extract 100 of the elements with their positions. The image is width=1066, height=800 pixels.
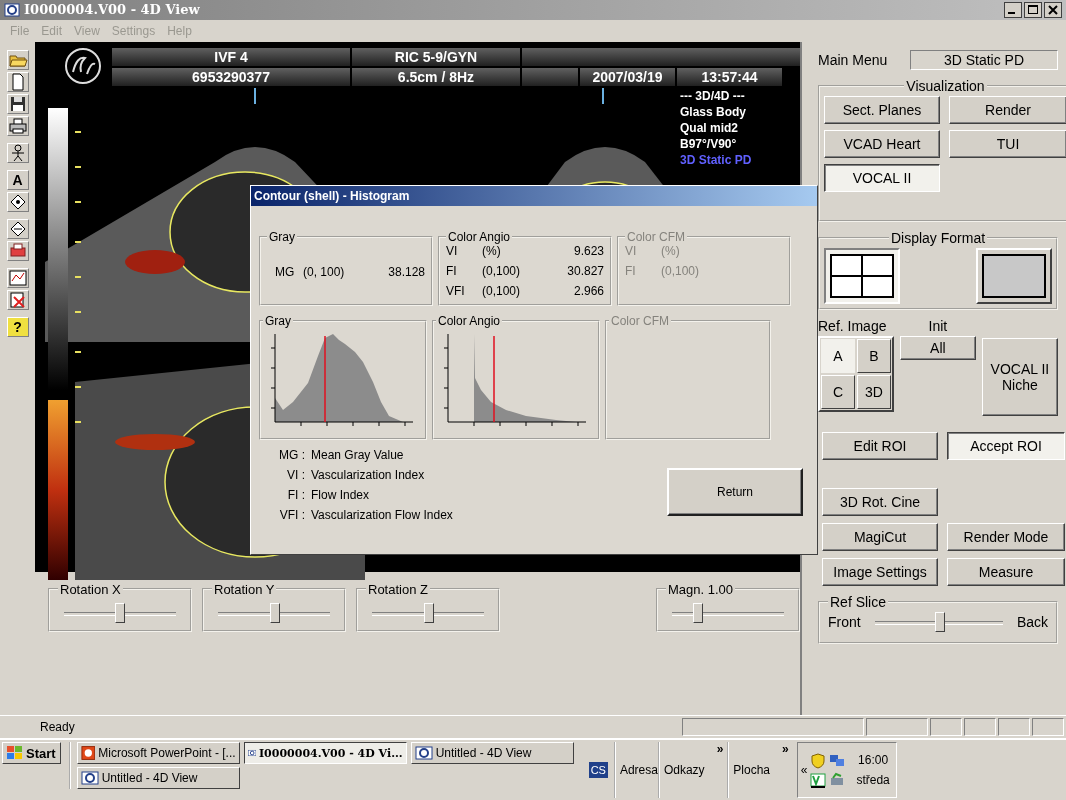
tool-button[interactable]: 3D Rot. Cine <box>822 487 938 516</box>
chevron-button[interactable]: » <box>716 742 724 757</box>
help-button[interactable]: ? <box>6 316 29 337</box>
presentation-app-icon <box>80 745 96 762</box>
group-label: Visualization <box>905 77 986 94</box>
clock-time: 16:00 <box>858 753 889 768</box>
slider-thumb[interactable] <box>270 602 281 623</box>
legend-text: Vascularization Flow Index <box>311 508 453 522</box>
slider-thumb[interactable] <box>424 602 435 623</box>
toolbar-label[interactable]: Plocha <box>733 763 770 778</box>
legend-abbreviation: VI : <box>286 468 305 482</box>
return-button[interactable]: Return <box>667 468 803 516</box>
maximize-icon[interactable] <box>1024 1 1042 18</box>
slider-track[interactable] <box>372 602 484 625</box>
group-label: Rotation Z <box>367 581 429 597</box>
info-text: B97°/V90° <box>680 135 738 152</box>
main-menu-label: Main Menu <box>818 51 888 68</box>
slider-thumb[interactable] <box>935 611 946 632</box>
toolbar-label[interactable]: Odkazy <box>663 763 705 778</box>
niche-button[interactable]: VOCAL II Niche <box>981 337 1058 416</box>
mode-button[interactable]: TUI <box>949 129 1066 158</box>
delete-icon[interactable] <box>6 289 29 310</box>
ref-image-button[interactable]: 3D <box>857 374 891 409</box>
network-icon[interactable] <box>829 753 846 769</box>
tray-expand-button[interactable]: « <box>800 763 808 778</box>
stat-range: (0,100) <box>482 284 522 298</box>
stat-range: (0, 100) <box>303 265 346 279</box>
info-text: Glass Body <box>680 103 748 120</box>
init-all-button[interactable]: All <box>900 335 976 360</box>
group-label: Rotation X <box>59 581 122 597</box>
group-label: Rotation Y <box>213 581 276 597</box>
taskbar-button[interactable]: I0000004.V00 - 4D Vi... <box>243 742 407 765</box>
remote-desktop-icon[interactable] <box>810 772 827 788</box>
person-icon[interactable] <box>6 142 29 163</box>
document-icon[interactable] <box>6 71 29 92</box>
status-panel <box>1032 718 1064 737</box>
mode-button[interactable]: VOCAL II <box>824 163 940 192</box>
slider-thumb[interactable] <box>115 602 125 623</box>
start-button[interactable]: Start <box>2 742 61 765</box>
roi-button[interactable]: Edit ROI <box>822 431 938 460</box>
status-panel <box>998 718 1030 737</box>
slider-track[interactable] <box>218 602 330 625</box>
status-panel <box>930 718 962 737</box>
slider-track[interactable] <box>64 602 176 625</box>
init-label: Init <box>927 317 949 334</box>
mode-button[interactable]: VCAD Heart <box>824 129 940 158</box>
mode-field: 3D Static PD <box>910 49 1058 70</box>
mode-button[interactable]: Render <box>949 95 1066 124</box>
stat-value: 30.827 <box>567 264 604 278</box>
slider-track[interactable] <box>874 611 1003 634</box>
info-text: --- 3D/4D --- <box>680 87 746 104</box>
minimize-icon[interactable] <box>1004 1 1022 18</box>
taskbar-button[interactable]: Microsoft PowerPoint - [... <box>76 742 240 765</box>
ref-image-button[interactable]: A <box>821 338 855 373</box>
stat-value: 38.128 <box>387 265 425 279</box>
stat-name: FI <box>625 264 637 278</box>
chevron-button[interactable]: » <box>782 742 789 757</box>
close-icon[interactable] <box>1044 1 1062 18</box>
tool-button[interactable]: Image Settings <box>822 557 938 586</box>
slider-track[interactable] <box>672 602 784 625</box>
text-tool-button[interactable]: A <box>6 169 29 190</box>
header-cell: 6.5cm / 8Hz <box>352 67 520 86</box>
taskbar-button[interactable]: Untitled - 4D View <box>76 767 240 790</box>
group-label: Color Angio <box>447 230 512 244</box>
legend-text: Vascularization Index <box>311 468 426 482</box>
status-text: Ready <box>39 720 76 735</box>
info-text: 3D Static PD <box>680 151 752 168</box>
language-indicator[interactable]: CS <box>588 762 608 779</box>
marker-line <box>602 86 604 105</box>
printer-icon[interactable] <box>6 115 29 136</box>
group-label: Gray <box>268 230 296 244</box>
tool-button[interactable]: Measure <box>947 557 1065 586</box>
stat-value: 2.966 <box>572 284 604 298</box>
ref-image-button[interactable]: C <box>821 374 855 409</box>
stat-name: MG <box>275 265 296 279</box>
layout-button[interactable] <box>824 247 900 304</box>
tool-button[interactable]: MagiCut <box>822 522 938 551</box>
tool-button[interactable]: Render Mode <box>947 522 1065 551</box>
status-panel <box>964 718 996 737</box>
stat-range: (0,100) <box>661 264 701 278</box>
group-label: Color CFM <box>610 314 670 328</box>
info-text: Qual mid2 <box>680 119 739 136</box>
save-icon[interactable] <box>6 93 29 114</box>
folder-icon[interactable] <box>6 49 29 70</box>
slider-thumb[interactable] <box>692 602 703 623</box>
legend-text: Flow Index <box>311 488 371 502</box>
header-cell: 6953290377 <box>112 67 350 86</box>
window-title: I0000004.V00 - 4D View <box>24 2 201 18</box>
legend-text: Mean Gray Value <box>311 448 405 462</box>
app-icon <box>4 1 20 18</box>
taskbar-button[interactable]: Untitled - 4D View <box>410 742 574 765</box>
roi-button[interactable]: Accept ROI <box>947 431 1065 460</box>
stat-value: 9.623 <box>572 244 604 258</box>
mode-button[interactable]: Sect. Planes <box>824 95 940 124</box>
toolbar-label[interactable]: Adresa <box>619 763 658 778</box>
group-label: Color CFM <box>626 230 686 244</box>
measure-icon[interactable] <box>6 267 29 288</box>
legend-abbreviation: VFI : <box>279 508 305 522</box>
ref-image-button[interactable]: B <box>857 338 891 373</box>
dialog-title: Contour (shell) - Histogram <box>251 186 817 206</box>
